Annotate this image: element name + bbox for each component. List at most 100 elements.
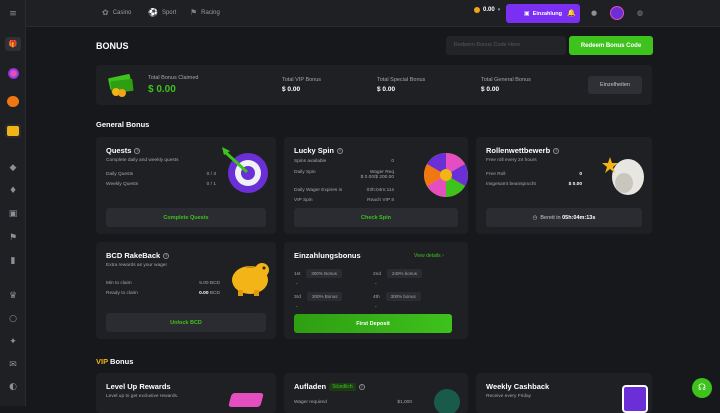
info-icon[interactable]: ?	[134, 147, 141, 154]
levelup-title: Level Up Rewards	[106, 382, 171, 391]
deposit-bonus-title-text: Einzahlungsbonus	[294, 251, 361, 260]
flag-icon[interactable]: ⚑	[5, 231, 21, 245]
rakeback-title-text: BCD RakeBack	[106, 251, 161, 260]
vip-icon[interactable]: ♦	[5, 184, 21, 198]
chest-icon[interactable]	[5, 124, 21, 138]
menu-icon[interactable]: ≡	[5, 7, 21, 21]
more-icon[interactable]: ◐	[5, 380, 21, 394]
pumpkin-icon[interactable]	[5, 94, 21, 108]
recharge-wager-row: Wager required $1,000	[294, 400, 412, 405]
weekly-quests-row: Weekly Quests 0 / 1	[106, 182, 216, 187]
ready-label: Bereit in	[540, 214, 561, 221]
unlock-bcd-button[interactable]: Unlock BCD	[106, 313, 266, 332]
target-icon	[222, 147, 268, 193]
tier-3-bonus: 300% Bonus	[306, 292, 343, 301]
check-spin-button[interactable]: Check Spin	[294, 208, 458, 227]
support-chat-button[interactable]: ☊	[692, 378, 712, 398]
tier-1-dash: -	[296, 281, 298, 287]
message-icon[interactable]: ●	[590, 9, 598, 17]
circle-icon[interactable]: ○	[5, 312, 21, 326]
ready-value: 05h:04m:13s	[562, 214, 596, 221]
crown-icon[interactable]: ♛	[5, 289, 21, 303]
globe-icon[interactable]: ◍	[636, 9, 644, 17]
clock-icon: ◷	[532, 214, 538, 221]
nav-racing[interactable]: ⚑ Racing	[190, 8, 220, 17]
tier-2-label: 2nd	[373, 272, 382, 277]
daily-spin-wager: Wager Req $ 0.00/$ 200.00	[361, 170, 394, 180]
chart-icon[interactable]: ▮	[5, 254, 21, 268]
redeem-button[interactable]: Redeem Bonus Code	[569, 36, 653, 55]
dice-icon[interactable]: ▣	[5, 207, 21, 221]
cashback-title: Weekly Cashback	[486, 382, 550, 391]
wager-expires-label: Daily Wager Expires in	[294, 188, 343, 193]
deposit-tier-4: 4th 300% bonus	[373, 292, 421, 301]
tier-2-bonus: 240% bonus	[387, 269, 423, 278]
first-deposit-button[interactable]: First Deposit	[294, 314, 452, 333]
tier-4-bonus: 300% bonus	[385, 292, 421, 301]
tier-4-label: 4th	[373, 295, 380, 300]
deposit-label: Einzahlung	[532, 10, 562, 17]
vip-spin-row: VIP Spin Reach VIP 8	[294, 198, 394, 203]
nav-sport-label: Sport	[161, 9, 177, 16]
deposit-tier-2: 2nd 240% bonus	[373, 269, 423, 278]
bonus-code-input[interactable]: Redeem Bonus Code Here	[446, 36, 566, 55]
gift-icon[interactable]: 🎁	[5, 37, 21, 51]
hourly-badge: Stündlich	[329, 382, 356, 391]
spins-available-value: 0	[391, 159, 394, 164]
nav-casino[interactable]: ✿ Casino	[102, 8, 131, 17]
weekly-quests-value: 0 / 1	[206, 182, 216, 187]
spins-available-label: Spins available	[294, 159, 327, 164]
complete-quests-button[interactable]: Complete Quests	[106, 208, 266, 227]
tier-4-dash: -	[375, 304, 377, 310]
spin-wheel-icon	[424, 153, 468, 197]
roll-total-label: Insgesamt beansprucht	[486, 182, 536, 187]
bell-icon[interactable]: 🔔	[567, 9, 576, 17]
egg-icon	[602, 157, 644, 195]
sport-icon: ⚽	[148, 8, 158, 17]
vip-total-value: $ 0.00	[282, 86, 301, 93]
deposit-bonus-title: Einzahlungsbonus	[294, 251, 361, 260]
avatar[interactable]	[610, 6, 624, 20]
quests-subtitle: Complete daily and weekly quests	[106, 158, 179, 163]
chevron-right-icon: ›	[441, 253, 444, 259]
forum-icon[interactable]: ✦	[5, 335, 21, 349]
piggy-bank-icon	[232, 263, 269, 296]
quests-title: Quests?	[106, 146, 141, 155]
min-claim-label: Min to claim	[106, 281, 132, 286]
view-details-link[interactable]: View details ›	[414, 253, 444, 259]
nav-racing-label: Racing	[201, 9, 220, 16]
tier-3-dash: -	[296, 304, 298, 310]
weekly-quests-label: Weekly Quests	[106, 182, 139, 187]
wager-req-value: $ 0.00/$ 200.00	[360, 175, 394, 180]
daily-spin-row: Daily Spin Wager Req $ 0.00/$ 200.00	[294, 170, 394, 180]
lucky-spin-title: Lucky Spin?	[294, 146, 344, 155]
vip-heading-rest: Bonus	[110, 357, 134, 366]
rakeback-card: BCD RakeBack? Extra rewards as your wage…	[96, 242, 276, 339]
nav-sport[interactable]: ⚽ Sport	[148, 8, 176, 17]
details-button[interactable]: Einzelheiten	[588, 76, 642, 94]
ready-claim-row: Ready to claim 0.00 BCD	[106, 291, 220, 296]
sidebar: ≡ 🎁 ◆ ♦ ▣ ⚑ ▮ ♛ ○ ✦ ✉ ◐	[0, 0, 26, 406]
casino-icon: ✿	[102, 8, 109, 17]
ready-claim-unit: BCD	[209, 291, 220, 296]
roll-title-text: Rollenwettbewerb	[486, 146, 551, 155]
coin-icon	[474, 7, 480, 13]
recharge-card: Aufladen Stündlich? Wager required $1,000	[284, 373, 468, 413]
page-title: BONUS	[96, 41, 129, 51]
daily-spin-label: Daily Spin	[294, 170, 316, 175]
tag-icon[interactable]: ◆	[5, 161, 21, 175]
balance-display[interactable]: 0.00 ▾	[474, 7, 500, 13]
view-details-label: View details	[414, 253, 441, 259]
daily-quests-label: Daily Quests	[106, 172, 134, 177]
info-icon[interactable]: ?	[337, 147, 344, 154]
free-roll-label: Free Roll	[486, 172, 506, 177]
info-icon[interactable]: ?	[553, 147, 560, 154]
chat-icon[interactable]: ✉	[5, 358, 21, 372]
recharge-art-icon	[434, 389, 460, 413]
info-icon[interactable]: ?	[163, 252, 170, 259]
info-icon[interactable]: ?	[358, 383, 365, 390]
rakeback-title: BCD RakeBack?	[106, 251, 170, 260]
spin-icon[interactable]	[5, 66, 21, 80]
roll-subtitle: Free roll every 24 hours	[486, 158, 537, 163]
tier-1-label: 1st	[294, 272, 301, 277]
